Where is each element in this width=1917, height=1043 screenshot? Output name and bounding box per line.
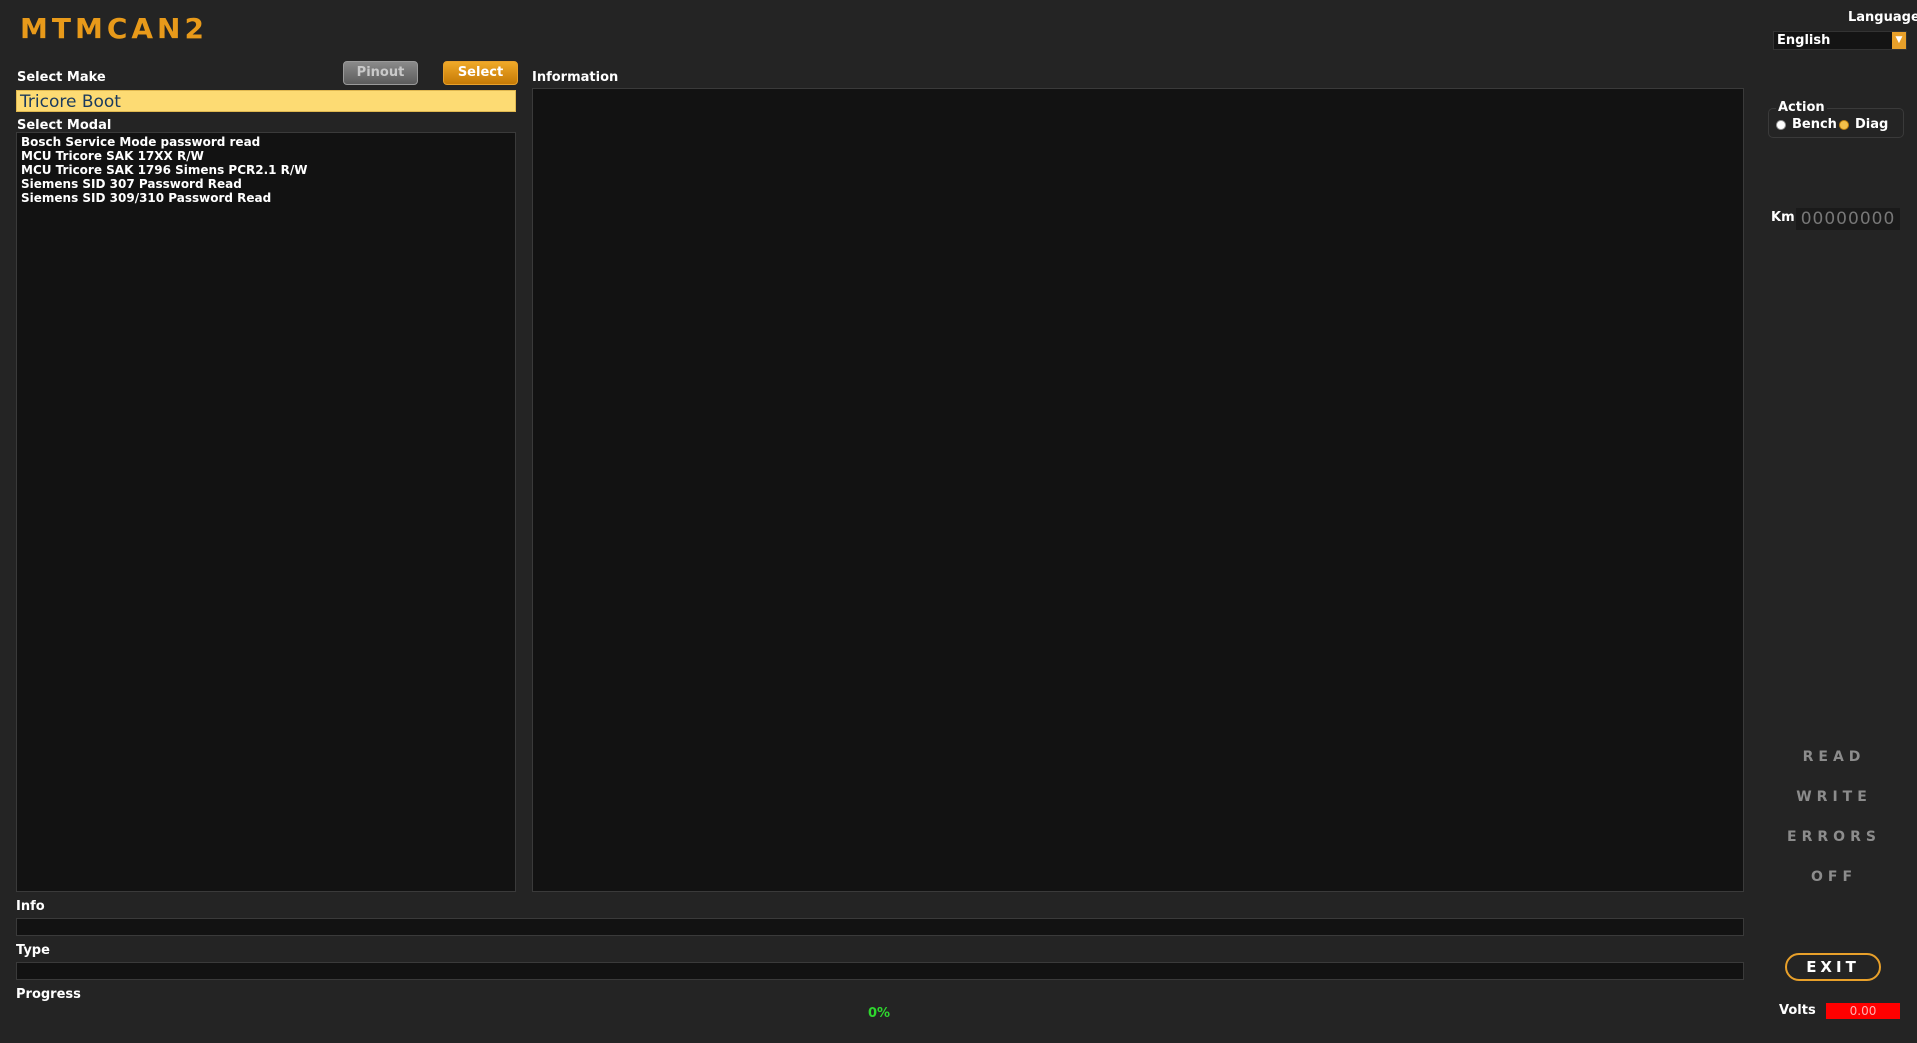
km-field: 00000000 [1796,208,1900,230]
bench-label: Bench [1792,117,1837,132]
information-panel [532,88,1744,892]
pinout-button[interactable]: Pinout [343,61,418,85]
progress-label: Progress [16,987,81,1002]
km-label: Km [1771,210,1795,225]
info-bar [16,918,1744,936]
action-label: Action [1776,100,1827,115]
exit-button[interactable]: EXIT [1785,953,1881,981]
language-select[interactable]: English ▼ [1773,31,1907,50]
off-button[interactable]: OFF [1779,869,1889,885]
modal-list[interactable]: Bosch Service Mode password read MCU Tri… [16,132,516,892]
volts-value: 0.00 [1826,1003,1900,1019]
errors-button[interactable]: ERRORS [1779,829,1889,845]
type-label: Type [16,943,50,958]
select-modal-label: Select Modal [17,118,112,133]
read-button[interactable]: READ [1779,749,1889,765]
chevron-down-icon[interactable]: ▼ [1892,32,1906,49]
select-make-label: Select Make [17,70,106,85]
list-item[interactable]: Siemens SID 309/310 Password Read [21,191,511,205]
volts-label: Volts [1779,1003,1816,1018]
app-logo: MTMCAN2 [20,12,208,45]
info-label: Info [16,899,45,914]
make-field[interactable]: Tricore Boot [16,90,516,112]
progress-percent: 0% [868,1006,891,1021]
bench-radio[interactable] [1776,120,1786,130]
list-item[interactable]: Siemens SID 307 Password Read [21,177,511,191]
diag-label: Diag [1855,117,1889,132]
language-label: Language [1848,10,1917,25]
information-label: Information [532,70,619,85]
list-item[interactable]: MCU Tricore SAK 1796 Simens PCR2.1 R/W [21,163,511,177]
select-button[interactable]: Select [443,61,518,85]
list-item[interactable]: MCU Tricore SAK 17XX R/W [21,149,511,163]
diag-radio[interactable] [1839,120,1849,130]
list-item[interactable]: Bosch Service Mode password read [21,135,511,149]
type-bar [16,962,1744,980]
write-button[interactable]: WRITE [1779,789,1889,805]
language-value: English [1777,33,1831,48]
